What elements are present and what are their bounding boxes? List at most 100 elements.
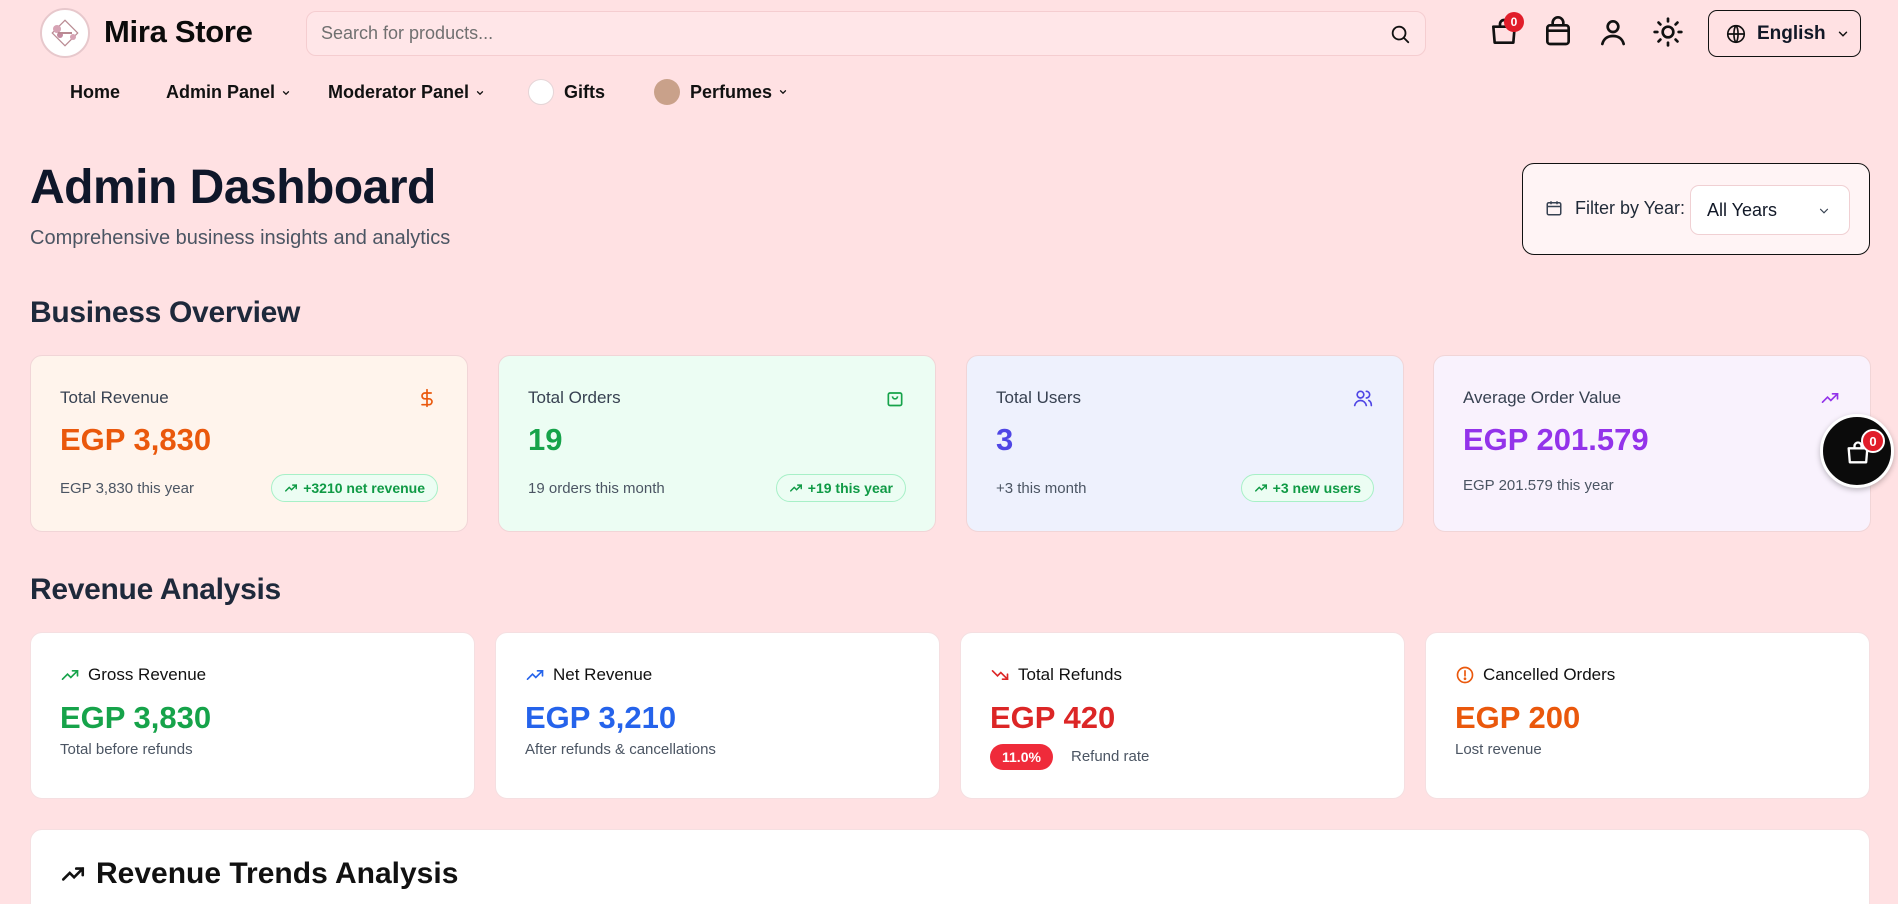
card-sub: After refunds & cancellations	[525, 741, 716, 758]
card-label: Net Revenue	[553, 665, 653, 684]
refund-rate-badge: 11.0%	[990, 744, 1053, 770]
year-filter: Filter by Year: All Years	[1522, 163, 1870, 255]
dollar-icon	[421, 388, 433, 408]
card-label: Average Order Value	[1463, 388, 1622, 407]
card-value: EGP 3,830	[60, 700, 212, 735]
logo-icon	[51, 19, 79, 47]
trending-up-icon	[1254, 484, 1267, 492]
card-value: 19	[528, 422, 563, 457]
net-revenue-card: Net Revenue EGP 3,210 After refunds & ca…	[495, 632, 940, 799]
trending-up-icon	[285, 484, 298, 492]
card-sub: EGP 3,830 this year	[60, 480, 194, 497]
cart-badge: 0	[1504, 12, 1524, 32]
trending-down-icon	[991, 670, 1009, 680]
search-input[interactable]	[307, 12, 1367, 55]
floating-cart-button[interactable]: 0	[1820, 414, 1894, 488]
refund-rate-label: Refund rate	[1071, 748, 1150, 765]
chevron-down-icon	[282, 90, 290, 95]
nav-label: Admin Panel	[166, 82, 276, 102]
language-label: English	[1757, 22, 1826, 44]
nav-home[interactable]: Home	[70, 82, 120, 103]
card-pill-text: +3210 net revenue	[303, 480, 425, 496]
alert-circle-icon	[1456, 666, 1474, 684]
card-value: EGP 3,210	[525, 700, 677, 735]
card-sub: 19 orders this month	[528, 480, 665, 497]
card-value: EGP 420	[990, 700, 1116, 735]
card-header: Gross Revenue	[60, 665, 206, 685]
shopping-bag-icon	[887, 392, 903, 407]
card-pill-text: +3 new users	[1272, 480, 1361, 496]
nav-gifts[interactable]: Gifts	[528, 79, 605, 105]
card-sub: Total before refunds	[60, 741, 193, 758]
gross-revenue-card: Gross Revenue EGP 3,830 Total before ref…	[30, 632, 475, 799]
chevron-down-icon	[1819, 208, 1829, 214]
filter-label: Filter by Year:	[1575, 198, 1686, 218]
card-header: Net Revenue	[525, 665, 652, 685]
sun-icon[interactable]	[1652, 16, 1684, 48]
cancelled-orders-card: Cancelled Orders EGP 200 Lost revenue	[1425, 632, 1870, 799]
section-heading-revenue: Revenue Analysis	[30, 573, 281, 606]
revenue-trends-panel: Revenue Trends Analysis	[30, 829, 1870, 904]
card-value: EGP 201.579	[1463, 422, 1649, 457]
average-order-value-card: Average Order Value EGP 201.579 EGP 201.…	[1433, 355, 1871, 532]
card-pill-text: +19 this year	[807, 480, 893, 496]
trending-up-icon	[526, 670, 544, 680]
total-refunds-card: Total Refunds EGP 420 11.0% Refund rate	[960, 632, 1405, 799]
section-heading-overview: Business Overview	[30, 296, 301, 329]
nav-label: Home	[70, 82, 121, 102]
card-label: Gross Revenue	[88, 665, 207, 684]
main-nav: Home Admin Panel Moderator Panel Gifts P…	[0, 76, 900, 112]
card-sub: +3 this month	[996, 480, 1087, 497]
trending-up-icon	[1821, 393, 1839, 403]
card-label: Total Orders	[528, 388, 621, 407]
language-selector[interactable]: English	[1708, 10, 1861, 57]
card-pill: +19 this year	[775, 474, 906, 502]
chevron-down-icon	[476, 90, 484, 95]
trending-up-icon	[61, 867, 85, 881]
trends-header: Revenue Trends Analysis	[60, 857, 458, 891]
card-sub: Lost revenue	[1455, 741, 1542, 758]
card-value: EGP 3,830	[60, 422, 212, 457]
card-value: EGP 200	[1455, 700, 1581, 735]
trending-up-icon	[789, 484, 802, 492]
card-pill: +3210 net revenue	[271, 474, 438, 502]
year-select-value: All Years	[1707, 199, 1778, 220]
card-sub: EGP 201.579 this year	[1463, 477, 1614, 494]
card-label: Cancelled Orders	[1483, 665, 1616, 684]
store-logo[interactable]	[40, 8, 90, 58]
orders-bag-icon[interactable]	[1542, 16, 1574, 48]
total-revenue-card: Total Revenue EGP 3,830 EGP 3,830 this y…	[30, 355, 468, 532]
users-icon	[1353, 390, 1373, 407]
chevron-down-icon	[1838, 31, 1847, 37]
card-pill: +3 new users	[1240, 474, 1374, 502]
year-select[interactable]: All Years	[1690, 185, 1850, 235]
header: Mira Store 0 English	[0, 0, 1898, 66]
nav-perfumes[interactable]: Perfumes	[654, 79, 788, 105]
trends-title: Revenue Trends Analysis	[96, 857, 459, 890]
nav-admin-panel[interactable]: Admin Panel	[166, 82, 291, 103]
nav-label: Perfumes	[690, 81, 773, 102]
card-header: Total Refunds	[990, 665, 1122, 685]
page-title: Admin Dashboard	[30, 161, 436, 214]
nav-label: Moderator Panel	[328, 82, 470, 102]
calendar-icon	[1546, 201, 1562, 216]
card-label: Total Revenue	[60, 388, 169, 407]
cart-button[interactable]: 0	[1488, 12, 1524, 48]
nav-moderator-panel[interactable]: Moderator Panel	[328, 82, 485, 103]
chevron-down-icon	[779, 90, 787, 95]
floating-cart-badge: 0	[1861, 429, 1885, 453]
gifts-thumbnail-icon	[528, 79, 554, 105]
search-icon[interactable]	[1389, 23, 1411, 45]
user-icon[interactable]	[1597, 16, 1629, 48]
card-label: Total Refunds	[1018, 665, 1122, 684]
total-users-card: Total Users 3 +3 this month +3 new users	[966, 355, 1404, 532]
card-value: 3	[996, 422, 1014, 457]
page-subtitle: Comprehensive business insights and anal…	[30, 227, 451, 249]
globe-icon	[1726, 24, 1746, 43]
trending-up-icon	[61, 670, 79, 680]
card-label: Total Users	[996, 388, 1082, 407]
perfumes-thumbnail-icon	[654, 79, 680, 105]
brand-name[interactable]: Mira Store	[104, 14, 253, 50]
card-header: Cancelled Orders	[1455, 665, 1615, 685]
nav-label: Gifts	[564, 81, 606, 102]
